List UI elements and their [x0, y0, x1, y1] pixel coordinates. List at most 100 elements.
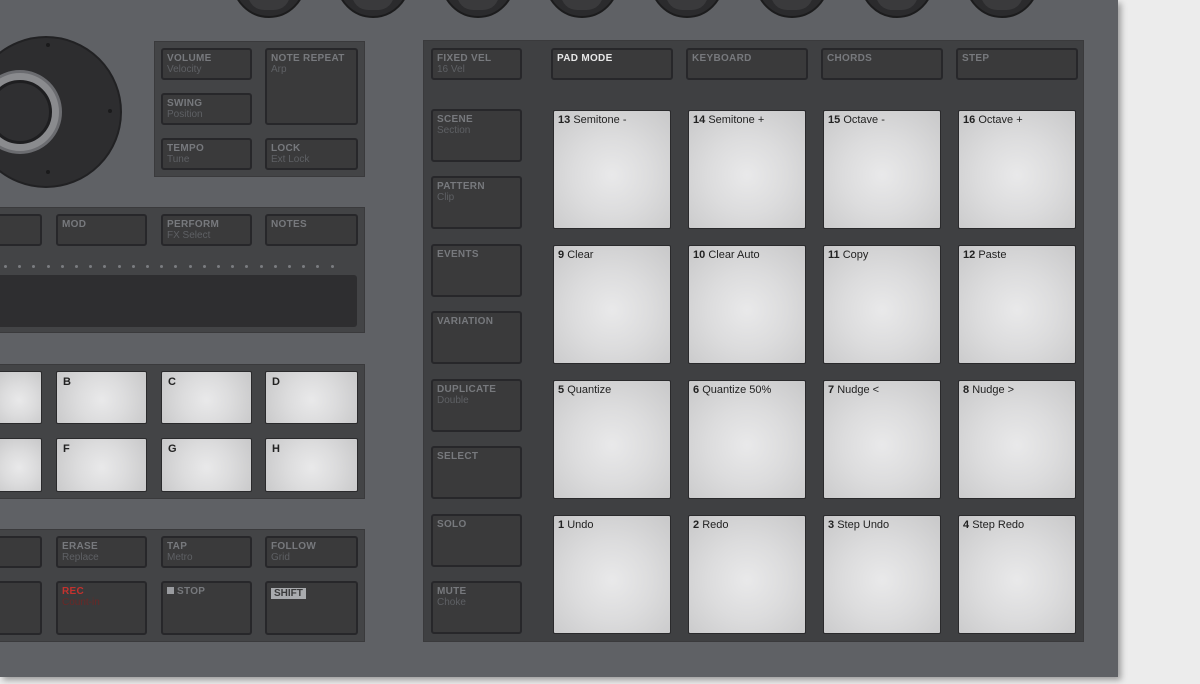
pad-2-label: 2 Redo	[693, 519, 728, 531]
mode-button-partial[interactable]	[0, 214, 42, 246]
pad-3-label: 3 Step Undo	[828, 519, 889, 531]
encoder-knob-5[interactable]	[650, 0, 724, 18]
duplicate-button[interactable]: DUPLICATE Double	[431, 379, 522, 432]
notes-button[interactable]: NOTES	[265, 214, 358, 246]
group-pad-f[interactable]: F	[56, 438, 147, 492]
tap-label: TAP	[167, 541, 188, 552]
touch-strip-dot	[259, 265, 263, 268]
shift-button[interactable]: SHIFT	[265, 581, 358, 635]
pad-5[interactable]: 5 Quantize	[553, 380, 671, 499]
group-pad-g[interactable]: G	[161, 438, 252, 492]
volume-button[interactable]: VOLUME Velocity	[161, 48, 252, 80]
lock-sub: Ext Lock	[271, 154, 310, 165]
variation-button[interactable]: VARIATION	[431, 311, 522, 364]
group-pad-b[interactable]: B	[56, 371, 147, 424]
events-label: EVENTS	[437, 249, 479, 260]
pad-4-label: 4 Step Redo	[963, 519, 1024, 531]
group-pad-g-label: G	[168, 443, 177, 455]
group-pad-h[interactable]: H	[265, 438, 358, 492]
transport-button-partial-1[interactable]	[0, 536, 42, 568]
smart-strip-display[interactable]	[0, 275, 357, 327]
perform-button[interactable]: PERFORM FX Select	[161, 214, 252, 246]
follow-label: FOLLOW	[271, 541, 317, 552]
stop-button[interactable]: STOP	[161, 581, 252, 635]
mod-button[interactable]: MOD	[56, 214, 147, 246]
duplicate-sub: Double	[437, 395, 469, 406]
pad-6[interactable]: 6 Quantize 50%	[688, 380, 806, 499]
group-pad-c[interactable]: C	[161, 371, 252, 424]
pad-13-name: Semitone -	[573, 114, 627, 126]
pad-6-label: 6 Quantize 50%	[693, 384, 771, 396]
swing-label: SWING	[167, 98, 203, 109]
group-pad-e-partial[interactable]	[0, 438, 42, 492]
pad-12[interactable]: 12 Paste	[958, 245, 1076, 364]
group-pad-h-label: H	[272, 443, 280, 455]
pad-11[interactable]: 11 Copy	[823, 245, 941, 364]
solo-label: SOLO	[437, 519, 467, 530]
group-pad-a-partial[interactable]	[0, 371, 42, 424]
pad-11-name: Copy	[842, 249, 869, 261]
pad-6-name: Quantize 50%	[702, 384, 772, 396]
pad-2[interactable]: 2 Redo	[688, 515, 806, 634]
touch-strip-dot	[217, 265, 220, 268]
group-pad-d[interactable]: D	[265, 371, 358, 424]
fixed-vel-sub: 16 Vel	[437, 64, 465, 75]
lock-button[interactable]: LOCK Ext Lock	[265, 138, 358, 170]
fixed-vel-button[interactable]: FIXED VEL 16 Vel	[431, 48, 522, 80]
encoder-knob-8[interactable]	[965, 0, 1039, 18]
select-button[interactable]: SELECT	[431, 446, 522, 499]
pad-14-label: 14 Semitone +	[693, 114, 764, 126]
pad-1-label: 1 Undo	[558, 519, 593, 531]
chords-button[interactable]: CHORDS	[821, 48, 943, 80]
pad-15[interactable]: 15 Octave -	[823, 110, 941, 229]
encoder-knob-1[interactable]	[232, 0, 306, 18]
tempo-button[interactable]: TEMPO Tune	[161, 138, 252, 170]
touch-strip-dot	[202, 265, 206, 268]
mute-button[interactable]: MUTE Choke	[431, 581, 522, 634]
pad-14[interactable]: 14 Semitone +	[688, 110, 806, 229]
scene-label: SCENE	[437, 114, 473, 125]
follow-button[interactable]: FOLLOW Grid	[265, 536, 358, 568]
rec-button[interactable]: REC Count-in	[56, 581, 147, 635]
encoder-knob-3[interactable]	[441, 0, 515, 18]
pad-16-name: Octave +	[978, 114, 1023, 126]
touch-strip-dot	[288, 265, 291, 268]
pad-3[interactable]: 3 Step Undo	[823, 515, 941, 634]
pattern-button[interactable]: PATTERN Clip	[431, 176, 522, 229]
solo-button[interactable]: SOLO	[431, 514, 522, 567]
pad-12-number: 12	[963, 249, 976, 261]
encoder-knob-6[interactable]	[755, 0, 829, 18]
pad-10[interactable]: 10 Clear Auto	[688, 245, 806, 364]
encoder-knob-7[interactable]	[860, 0, 934, 18]
encoder-knob-4[interactable]	[545, 0, 619, 18]
pad-13[interactable]: 13 Semitone -	[553, 110, 671, 229]
pad-8[interactable]: 8 Nudge >	[958, 380, 1076, 499]
pad-7-label: 7 Nudge <	[828, 384, 879, 396]
step-button[interactable]: STEP	[956, 48, 1078, 80]
tempo-sub: Tune	[167, 154, 190, 165]
erase-button[interactable]: ERASE Replace	[56, 536, 147, 568]
events-button[interactable]: EVENTS	[431, 244, 522, 297]
note-repeat-button[interactable]: NOTE REPEAT Arp	[265, 48, 358, 125]
pad-5-name: Quantize	[567, 384, 612, 396]
tap-button[interactable]: TAP Metro	[161, 536, 252, 568]
variation-label: VARIATION	[437, 316, 494, 327]
pad-4[interactable]: 4 Step Redo	[958, 515, 1076, 634]
pad-16[interactable]: 16 Octave +	[958, 110, 1076, 229]
group-pad-d-label: D	[272, 376, 280, 388]
perform-label: PERFORM	[167, 219, 220, 230]
stop-square-icon	[167, 587, 174, 594]
keyboard-button[interactable]: KEYBOARD	[686, 48, 808, 80]
pad-9[interactable]: 9 Clear	[553, 245, 671, 364]
jog-marker-bottom	[46, 170, 50, 174]
scene-button[interactable]: SCENE Section	[431, 109, 522, 162]
step-label: STEP	[962, 53, 990, 64]
rec-label: REC	[62, 586, 85, 597]
swing-button[interactable]: SWING Position	[161, 93, 252, 125]
pad-7[interactable]: 7 Nudge <	[823, 380, 941, 499]
pad-1[interactable]: 1 Undo	[553, 515, 671, 634]
transport-button-partial-2[interactable]	[0, 581, 42, 635]
keyboard-label: KEYBOARD	[692, 53, 752, 64]
pad-mode-button[interactable]: PAD MODE	[551, 48, 673, 80]
encoder-knob-2[interactable]	[336, 0, 410, 18]
